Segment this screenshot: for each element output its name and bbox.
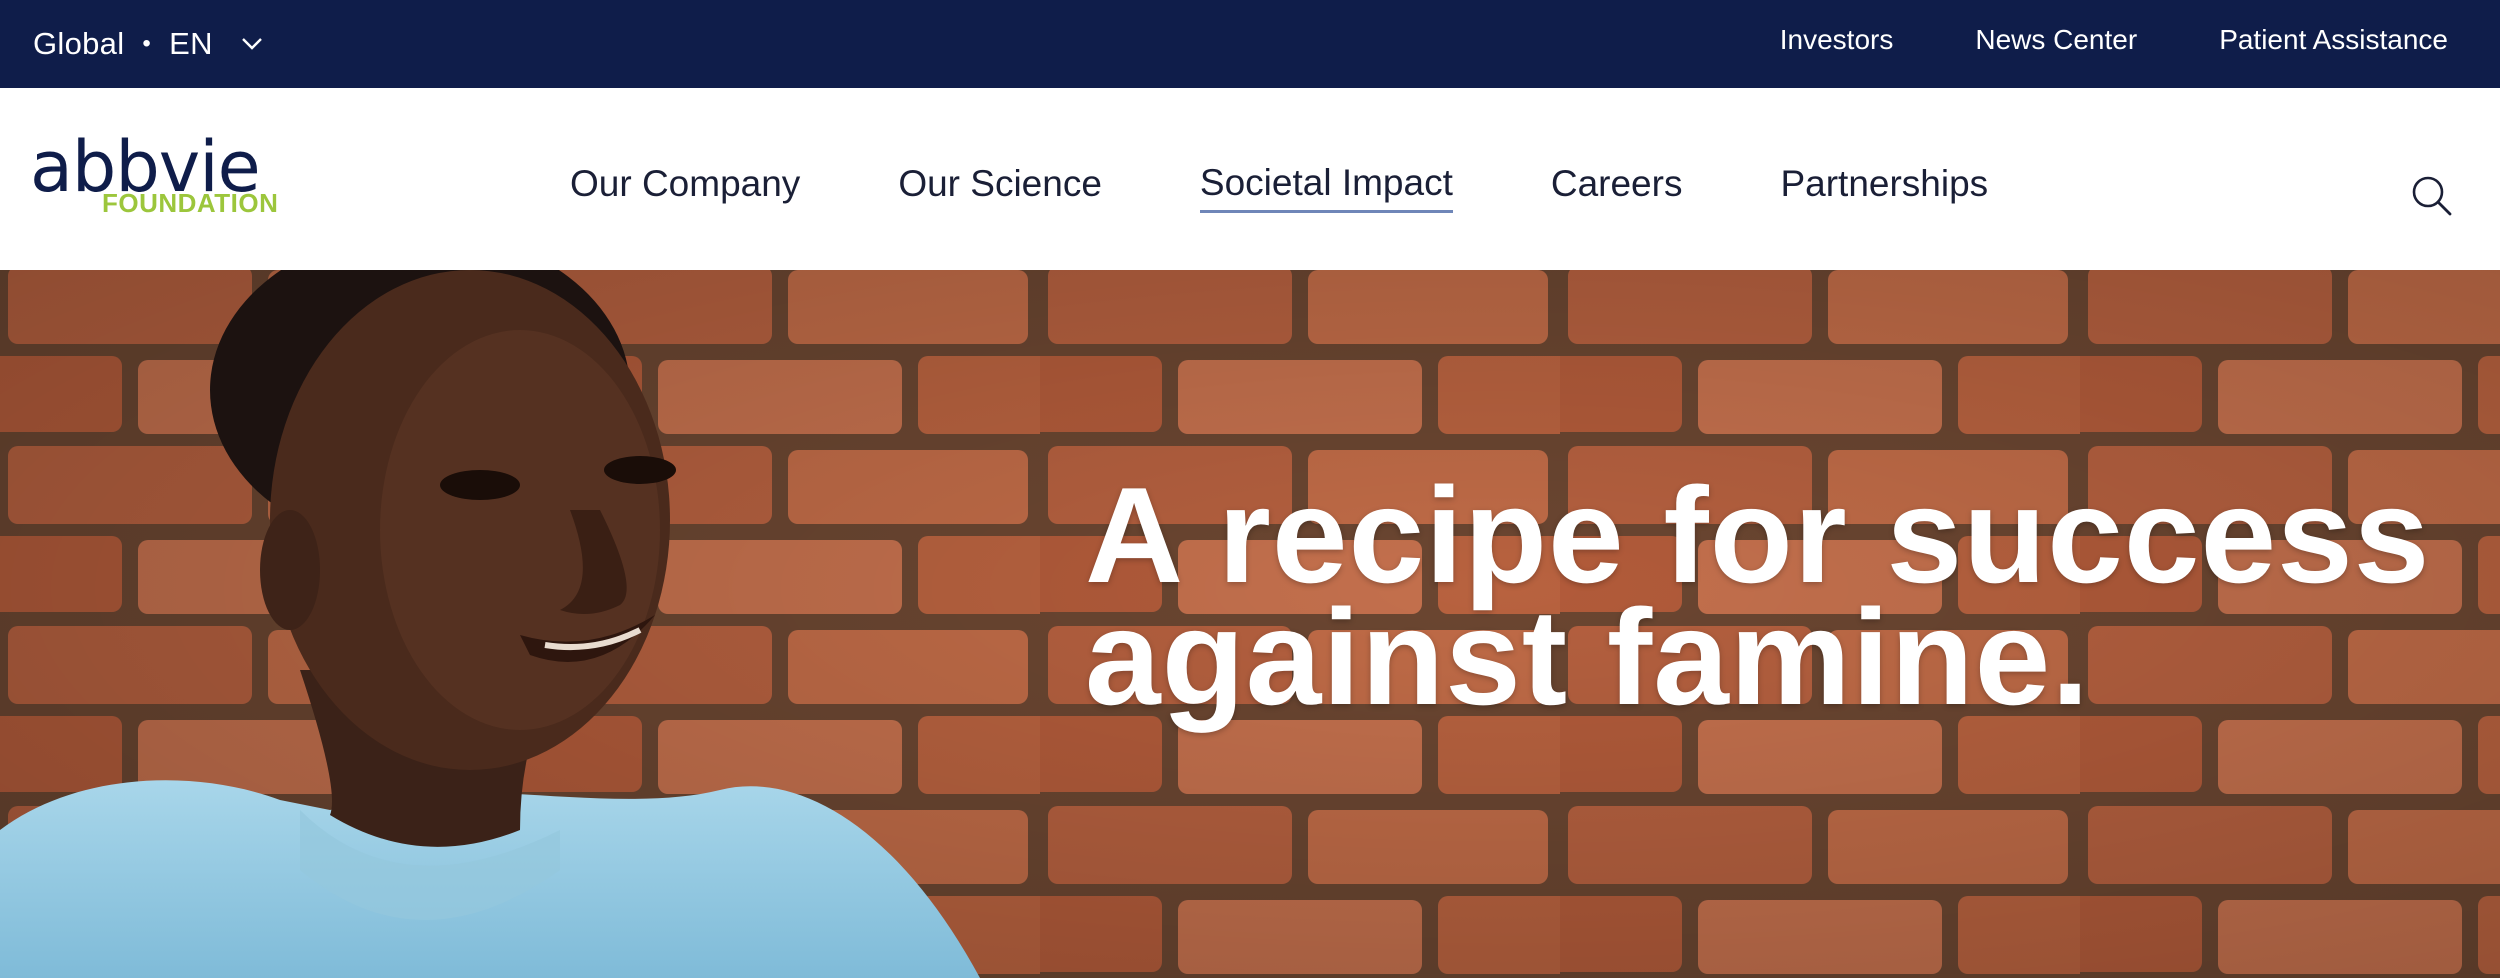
investors-link[interactable]: Investors [1780,24,1894,56]
region-label: Global [33,26,125,61]
news-center-link[interactable]: News Center [1975,24,2137,56]
hero-headline-line-2: against famine. [1085,581,2091,733]
nav-societal-impact[interactable]: Societal Impact [1199,162,1453,213]
primary-nav: Our Company Our Science Societal Impact … [570,88,2086,270]
locale-separator: • [142,30,152,57]
nav-our-company[interactable]: Our Company [570,163,800,211]
nav-our-science[interactable]: Our Science [898,163,1102,211]
search-icon[interactable] [2410,174,2454,218]
main-header: abbvie FOUNDATION Our Company Our Scienc… [0,88,2500,270]
chevron-down-icon[interactable] [241,37,263,51]
nav-careers[interactable]: Careers [1551,163,1683,211]
abbvie-foundation-logo[interactable]: abbvie FOUNDATION [30,132,290,220]
hero-headline-line-1: A recipe for success [1085,459,2431,611]
hero-banner: A recipe for success against famine. [0,270,2500,978]
locale-selector[interactable]: Global • EN [33,0,263,88]
hero-headline: A recipe for success against famine. [1085,459,2431,733]
nav-partnerships[interactable]: Partnerships [1780,163,1988,211]
language-label: EN [169,26,213,61]
utility-bar: Global • EN Investors News Center Patien… [0,0,2500,88]
patient-assistance-link[interactable]: Patient Assistance [2219,24,2448,56]
logo-subtitle: FOUNDATION [102,188,279,218]
utility-nav: Investors News Center Patient Assistance [1780,0,2448,80]
